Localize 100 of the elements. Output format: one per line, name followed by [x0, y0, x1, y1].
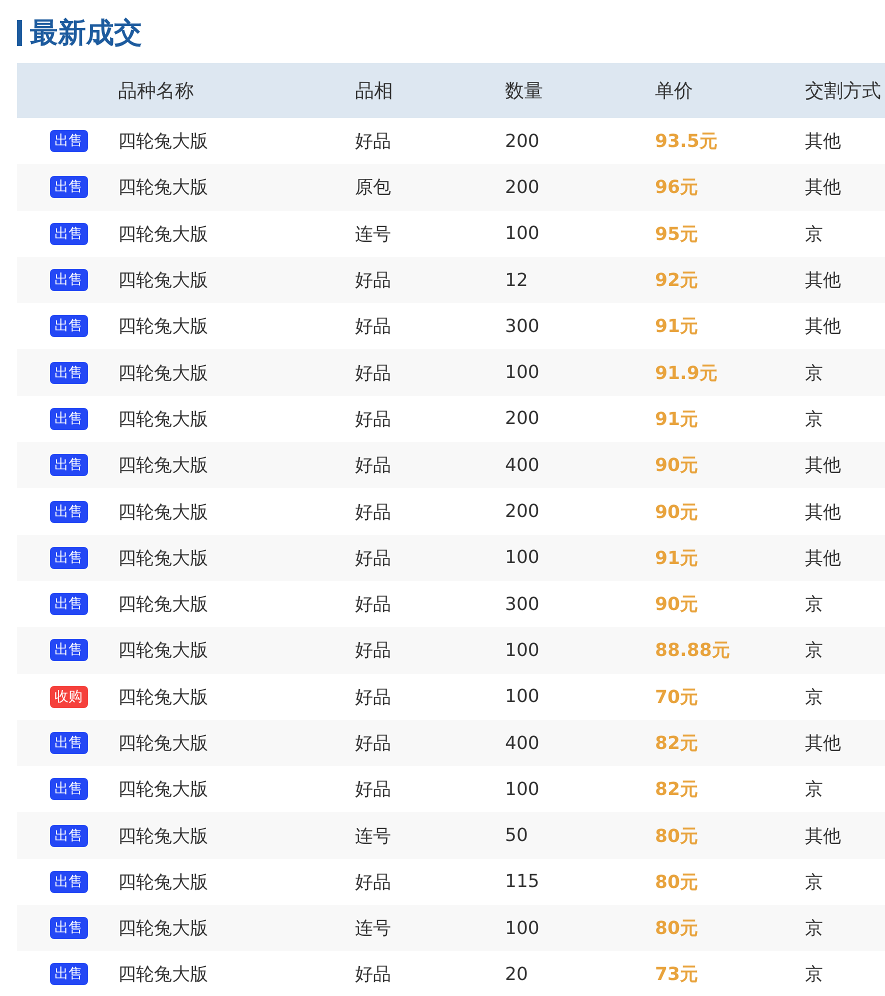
price-cell-text: 93.5元	[655, 130, 718, 154]
table-cell-text: 100	[505, 362, 540, 384]
table-cell-text: 100	[505, 640, 540, 661]
table-cell-text: 其他	[805, 824, 842, 848]
trade-type-tag: 出售	[50, 362, 88, 384]
table-cell-text: 300	[505, 316, 540, 337]
table-cell-text: 其他	[805, 269, 842, 292]
table-cell-text: 四轮兔大版	[118, 500, 209, 524]
table-cell-text: 京	[805, 917, 824, 940]
table-cell-text: 好品	[355, 362, 392, 385]
table-cell-text: 京	[805, 778, 824, 802]
table-cell-text: 100	[505, 547, 540, 568]
table-cell-text: 好品	[355, 593, 392, 616]
table-cell-text: 100	[505, 778, 540, 800]
table-cell-text: 四轮兔大版	[118, 546, 209, 570]
table-cell-text: 京	[805, 408, 824, 431]
price-cell-text: 73元	[655, 963, 700, 986]
table-cell-text: 京	[805, 222, 824, 246]
table-cell-text: 好品	[355, 546, 392, 570]
table-cell-text: 好品	[355, 732, 392, 755]
table-cell-text: 好品	[355, 454, 392, 478]
price-cell-text: 88.88元	[655, 639, 731, 662]
table-cell-text: 京	[805, 593, 824, 616]
table-cell-text: 200	[505, 408, 540, 430]
table-cell-text: 200	[505, 501, 540, 522]
column-header: 品相	[355, 78, 394, 104]
trade-type-tag: 出售	[50, 408, 88, 430]
table-cell-text: 好品	[355, 686, 392, 709]
table-cell-text: 其他	[805, 732, 842, 755]
table-cell-text: 四轮兔大版	[118, 315, 209, 338]
trade-type-tag: 出售	[50, 639, 88, 662]
table-cell-text: 四轮兔大版	[118, 639, 209, 662]
table-cell-text: 其他	[805, 454, 842, 478]
table-cell-text: 京	[805, 362, 824, 385]
table-cell-text: 四轮兔大版	[118, 824, 209, 848]
table-cell-text: 连号	[355, 222, 392, 246]
column-header: 单价	[655, 78, 694, 104]
trade-type-tag: 出售	[50, 824, 88, 847]
table-cell-text: 四轮兔大版	[118, 222, 209, 246]
price-cell-text: 91元	[655, 315, 700, 338]
section-title: 最新成交	[30, 15, 142, 51]
table-cell-text: 100	[505, 686, 540, 708]
trade-type-tag: 出售	[50, 917, 88, 940]
table-cell-text: 原包	[355, 176, 392, 200]
table-cell-text: 四轮兔大版	[118, 269, 209, 292]
price-cell-text: 80元	[655, 824, 700, 848]
table-cell-text: 连号	[355, 824, 392, 848]
price-cell-text: 95元	[655, 222, 700, 246]
trade-type-tag: 收购	[50, 686, 88, 708]
price-cell-text: 82元	[655, 778, 700, 802]
price-cell-text: 91元	[655, 408, 700, 431]
table-cell-text: 200	[505, 130, 540, 152]
trade-type-tag: 出售	[50, 778, 88, 800]
table-cell-text: 京	[805, 870, 824, 894]
title-accent-bar	[17, 20, 22, 46]
column-header: 数量	[505, 78, 544, 104]
price-cell-text: 92元	[655, 269, 700, 292]
trade-type-tag: 出售	[50, 176, 88, 198]
column-header: 品种名称	[118, 78, 195, 104]
price-cell-text: 80元	[655, 917, 700, 940]
table-cell-text: 好品	[355, 408, 392, 431]
table-cell-text: 400	[505, 732, 540, 754]
trade-type-tag: 出售	[50, 732, 88, 754]
table-cell-text: 四轮兔大版	[118, 963, 209, 986]
table-cell-text: 四轮兔大版	[118, 593, 209, 616]
table-cell-text: 12	[505, 270, 529, 291]
table-cell-text: 四轮兔大版	[118, 686, 209, 709]
table-cell-text: 好品	[355, 269, 392, 292]
trade-type-tag: 出售	[50, 130, 88, 152]
table-cell-text: 四轮兔大版	[118, 917, 209, 940]
price-cell-text: 90元	[655, 593, 700, 616]
table-cell-text: 好品	[355, 778, 392, 802]
table-cell-text: 好品	[355, 315, 392, 338]
trade-type-tag: 出售	[50, 870, 88, 893]
table-cell-text: 四轮兔大版	[118, 870, 209, 894]
table-cell-text: 四轮兔大版	[118, 130, 209, 154]
table-cell-text: 好品	[355, 639, 392, 662]
table-cell-text: 100	[505, 918, 540, 939]
price-cell-text: 90元	[655, 454, 700, 478]
trade-type-tag: 出售	[50, 315, 88, 338]
trade-type-tag: 出售	[50, 546, 88, 569]
table-cell-text: 其他	[805, 176, 842, 200]
price-cell-text: 90元	[655, 500, 700, 524]
table-cell-text: 京	[805, 963, 824, 986]
table-cell-text: 四轮兔大版	[118, 408, 209, 431]
table-cell-text: 300	[505, 594, 540, 615]
price-cell-text: 91元	[655, 546, 700, 570]
trade-type-tag: 出售	[50, 454, 88, 476]
trade-type-tag: 出售	[50, 593, 88, 616]
price-cell-text: 91.9元	[655, 362, 718, 385]
table-cell-text: 其他	[805, 500, 842, 524]
table-cell-text: 其他	[805, 546, 842, 570]
table-cell-text: 京	[805, 686, 824, 709]
table-cell-text: 京	[805, 639, 824, 662]
table-cell-text: 115	[505, 871, 540, 892]
table-cell-text: 好品	[355, 963, 392, 986]
table-cell-text: 四轮兔大版	[118, 732, 209, 755]
table-cell-text: 100	[505, 223, 540, 244]
trade-type-tag: 出售	[50, 500, 88, 523]
table-cell-text: 四轮兔大版	[118, 454, 209, 478]
